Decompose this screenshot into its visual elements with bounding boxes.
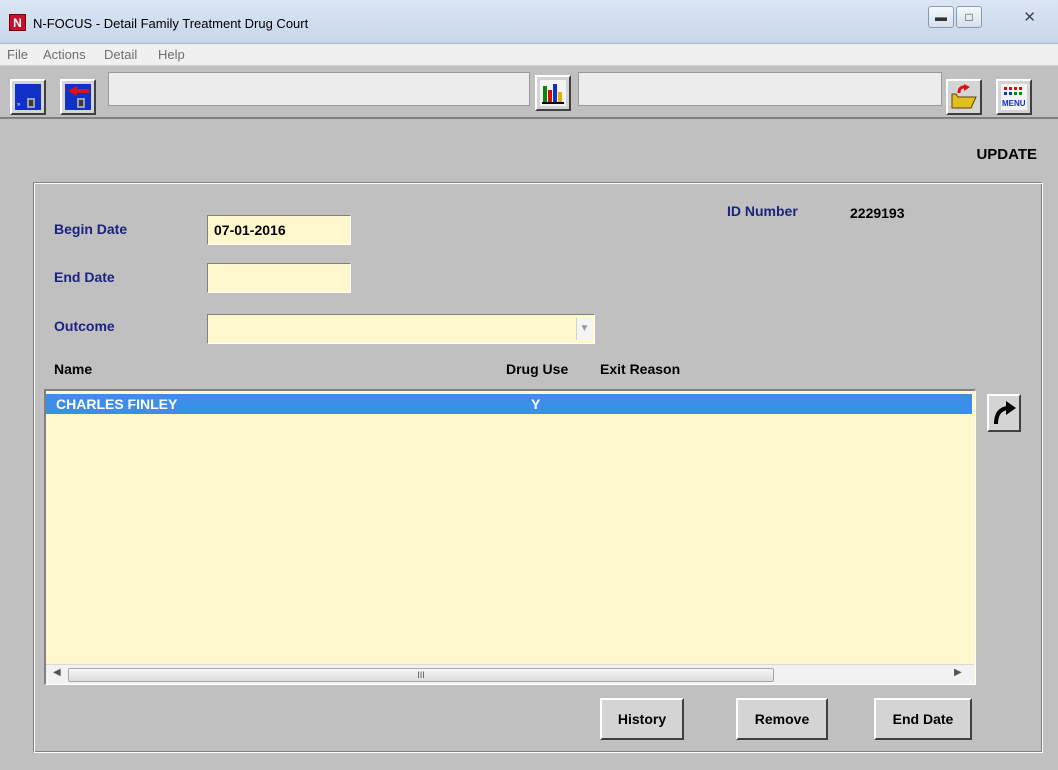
open-folder-icon (951, 84, 977, 109)
menu-button[interactable]: MENU (996, 79, 1032, 115)
menu-help[interactable]: Help (158, 47, 185, 62)
close-button[interactable]: ✕ (1023, 8, 1036, 26)
menu-icon-text: MENU (1002, 99, 1026, 108)
participant-list[interactable]: CHARLES FINLEY Y ◀ III ▶ (44, 389, 976, 685)
open-detail-button[interactable] (987, 394, 1021, 432)
id-number-label: ID Number (727, 203, 798, 219)
open-folder-button[interactable] (946, 79, 982, 115)
horizontal-scrollbar[interactable]: ◀ III ▶ (46, 664, 974, 684)
title-bar: N N-FOCUS - Detail Family Treatment Drug… (0, 0, 1058, 44)
mode-label: UPDATE (976, 146, 1037, 163)
curved-arrow-icon (994, 401, 1016, 425)
toolbar-panel-left (108, 72, 530, 106)
chevron-down-icon[interactable]: ▼ (576, 318, 592, 340)
back-exit-icon (65, 84, 91, 110)
report-button[interactable] (535, 75, 571, 111)
menu-file[interactable]: File (7, 47, 28, 62)
scroll-right-icon[interactable]: ▶ (954, 667, 962, 678)
outcome-label: Outcome (54, 318, 115, 334)
column-header-name: Name (54, 361, 93, 377)
maximize-button[interactable]: □ (956, 6, 982, 28)
menu-detail[interactable]: Detail (104, 47, 137, 62)
back-exit-button[interactable] (60, 79, 96, 115)
column-header-exit-reason: Exit Reason (600, 361, 681, 377)
end-date-button[interactable]: End Date (874, 698, 972, 740)
minimize-button[interactable]: ▬ (928, 6, 954, 28)
column-header-drug-use: Drug Use (506, 361, 569, 377)
scroll-left-icon[interactable]: ◀ (53, 667, 61, 678)
begin-date-field[interactable]: 07-01-2016 (207, 215, 351, 245)
end-date-field[interactable] (207, 263, 351, 293)
outcome-select[interactable]: ▼ (207, 314, 595, 344)
window-title: N-FOCUS - Detail Family Treatment Drug C… (33, 16, 309, 31)
begin-date-label: Begin Date (54, 221, 128, 237)
scrollbar-thumb[interactable]: III (68, 668, 774, 682)
end-date-label: End Date (54, 269, 115, 285)
toolbar-panel-right (578, 72, 942, 106)
id-number-value: 2229193 (850, 205, 905, 221)
menu-bar: File Actions Detail Help (0, 44, 1058, 66)
menu-icon: MENU (1001, 84, 1027, 110)
remove-button[interactable]: Remove (736, 698, 828, 740)
toolbar: » MENU (0, 67, 1058, 119)
save-exit-button[interactable]: » (10, 79, 46, 115)
bar-chart-icon (540, 80, 566, 106)
list-item-name: CHARLES FINLEY (56, 396, 178, 412)
save-exit-icon: » (15, 84, 41, 110)
list-item[interactable]: CHARLES FINLEY Y (46, 394, 972, 414)
history-button[interactable]: History (600, 698, 684, 740)
app-logo-icon: N (9, 14, 26, 31)
list-item-drug-use: Y (531, 396, 541, 412)
menu-actions[interactable]: Actions (43, 47, 86, 62)
